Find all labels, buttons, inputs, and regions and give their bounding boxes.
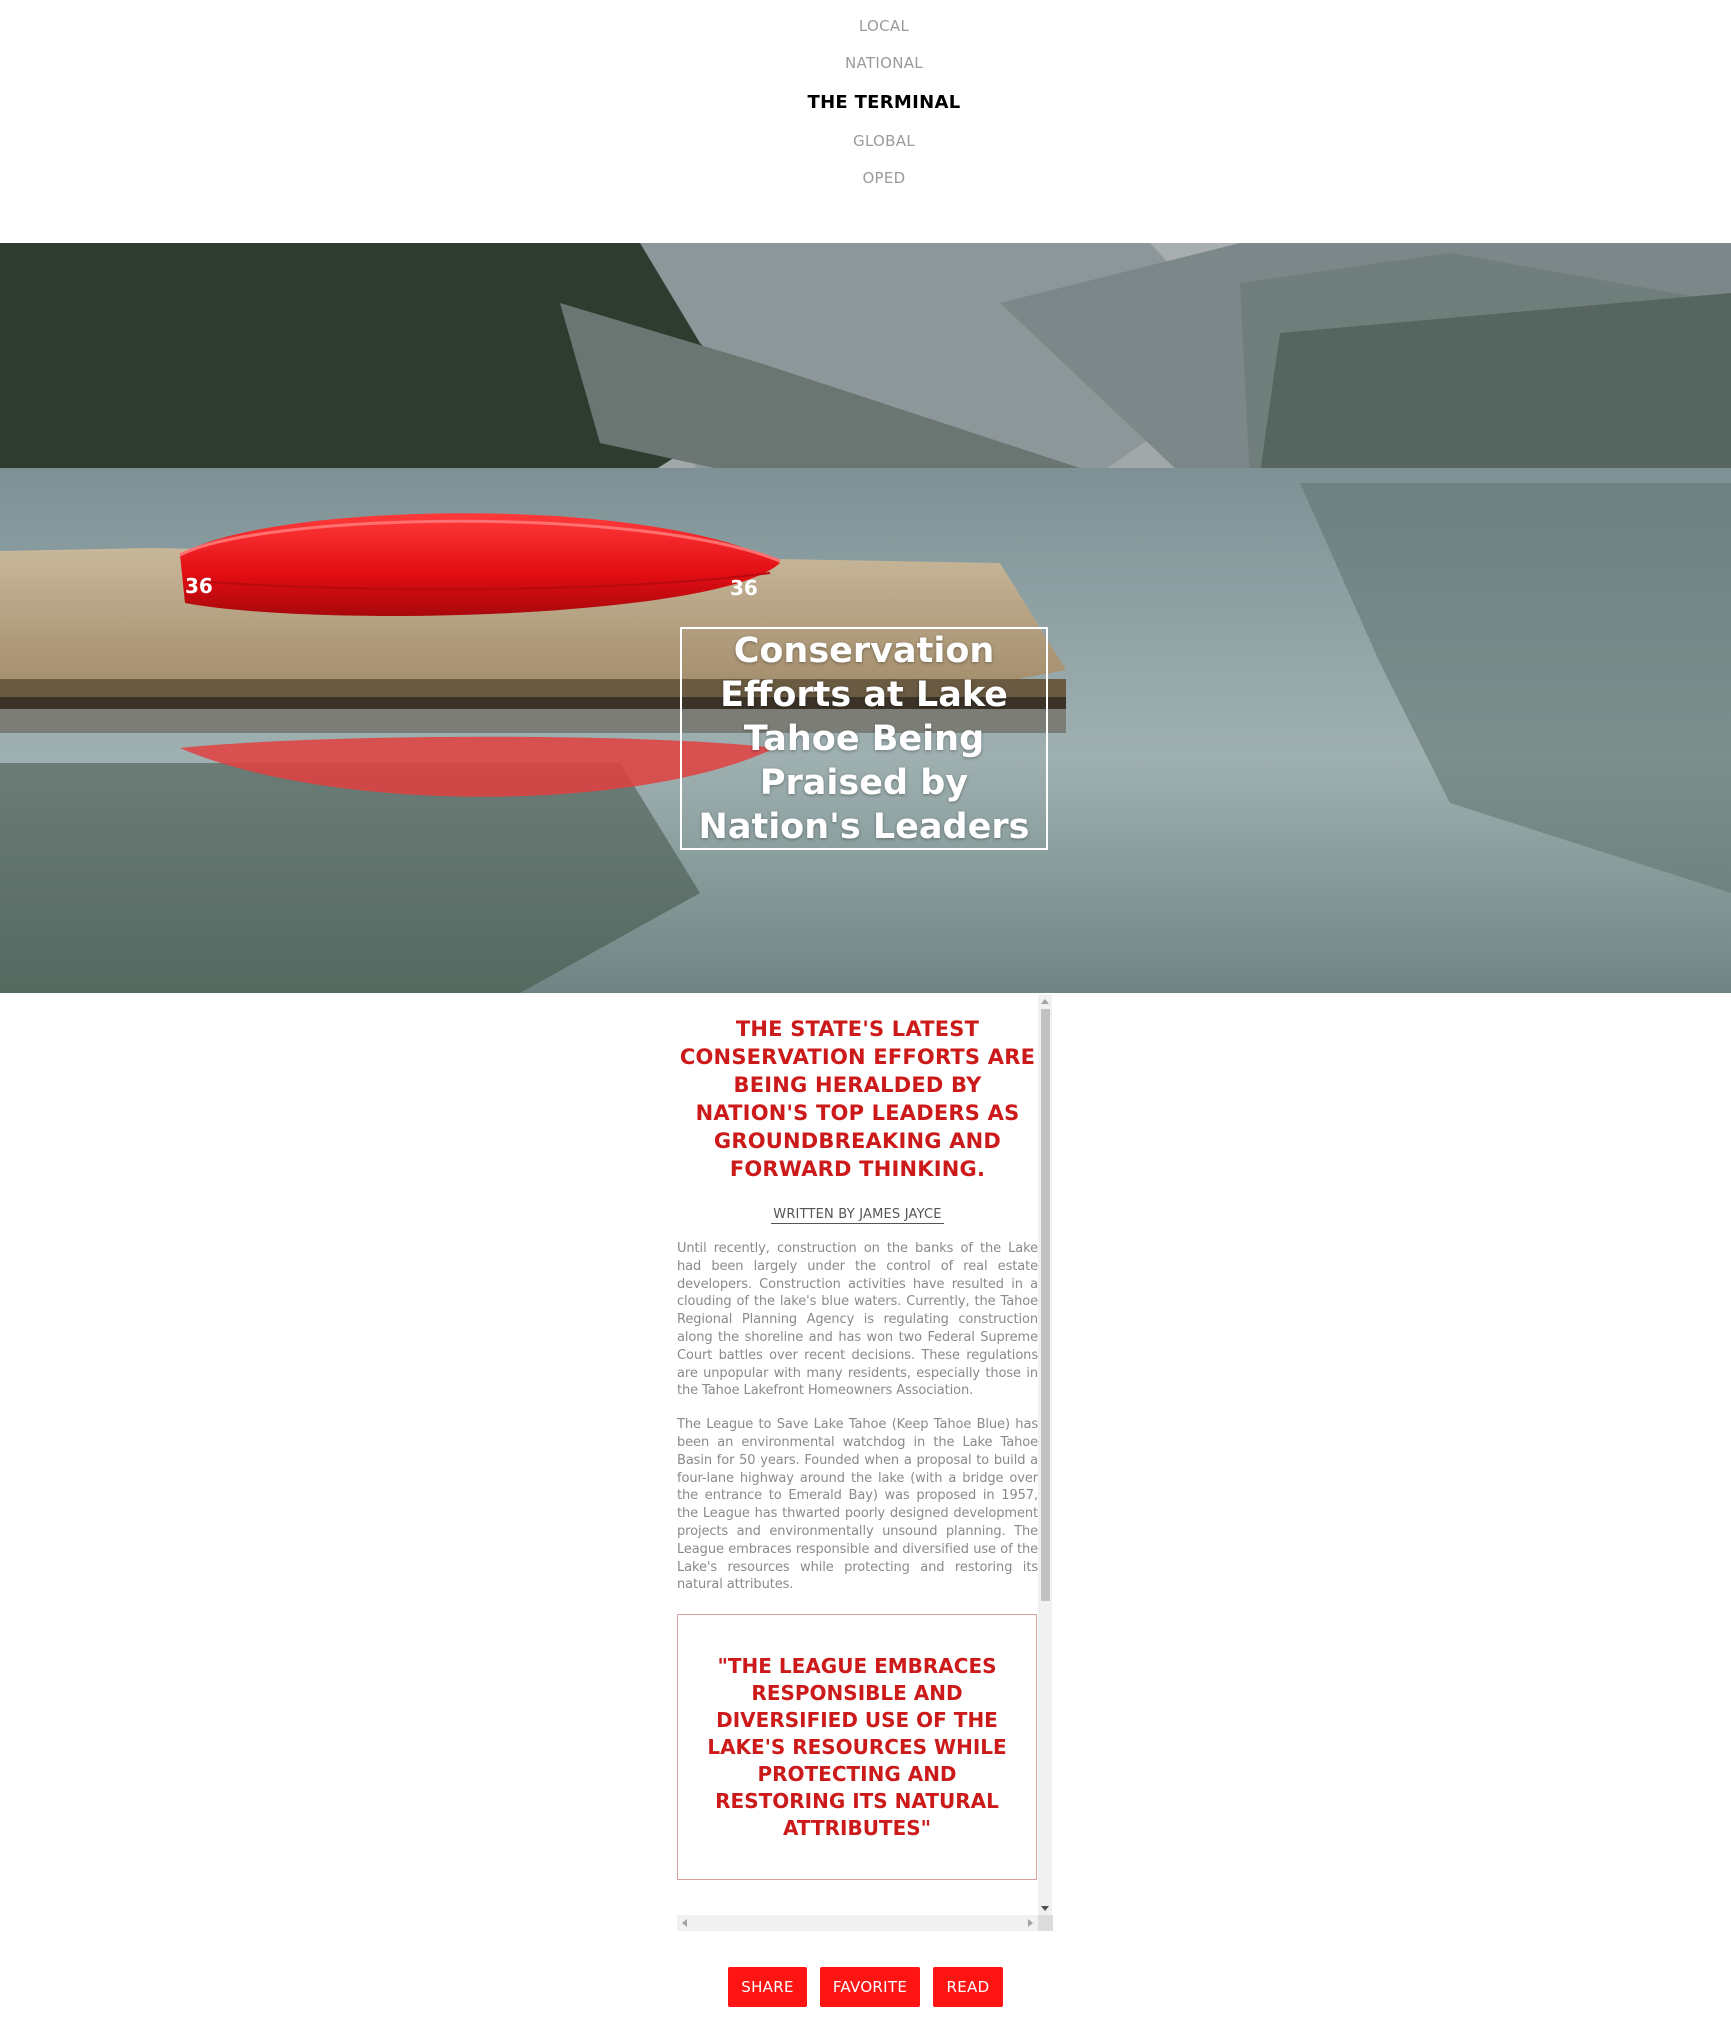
nav-item-national[interactable]: NATIONAL: [0, 54, 1731, 72]
favorite-button[interactable]: FAVORITE: [820, 1967, 920, 2007]
article-panel[interactable]: THE STATE'S LATEST CONSERVATION EFFORTS …: [677, 995, 1053, 1931]
read-button[interactable]: READ: [933, 1967, 1003, 2007]
nav-item-the-terminal[interactable]: THE TERMINAL: [0, 92, 1731, 113]
scroll-down-arrow-icon[interactable]: [1041, 1906, 1049, 1911]
canoe-number: 36: [185, 574, 213, 598]
nav-item-global[interactable]: GLOBAL: [0, 132, 1731, 150]
article-paragraph: The League to Save Lake Tahoe (Keep Taho…: [677, 1417, 1038, 1593]
horizontal-scrollbar[interactable]: [677, 1915, 1038, 1931]
hero-lake-photo: 36 36: [0, 243, 1731, 993]
scroll-right-arrow-icon[interactable]: [1028, 1919, 1033, 1927]
article-paragraph: Until recently, construction on the bank…: [677, 1241, 1038, 1399]
article-pullquote: "THE LEAGUE EMBRACES RESPONSIBLE AND DIV…: [677, 1614, 1037, 1881]
article-scroll-area[interactable]: THE STATE'S LATEST CONSERVATION EFFORTS …: [677, 995, 1038, 1915]
article-byline[interactable]: WRITTEN BY JAMES JAYCE: [771, 1207, 944, 1224]
scroll-left-arrow-icon[interactable]: [682, 1919, 687, 1927]
scrollbar-corner: [1038, 1915, 1053, 1931]
vertical-scrollbar[interactable]: [1038, 995, 1052, 1915]
nav-item-oped[interactable]: OPED: [0, 169, 1731, 187]
scrollbar-thumb[interactable]: [1041, 1009, 1050, 1601]
share-button[interactable]: SHARE: [728, 1967, 807, 2007]
byline-container: WRITTEN BY JAMES JAYCE: [677, 1203, 1038, 1224]
scroll-up-arrow-icon[interactable]: [1041, 999, 1049, 1004]
hero-banner: 36 36 Conservation Efforts at Lake Tahoe…: [0, 243, 1731, 993]
canoe-number: 36: [730, 576, 758, 600]
nav-item-local[interactable]: LOCAL: [0, 17, 1731, 35]
article-actions: SHARE FAVORITE READ: [0, 1967, 1731, 2007]
article-headline: THE STATE'S LATEST CONSERVATION EFFORTS …: [679, 1017, 1036, 1181]
hero-title: Conservation Efforts at Lake Tahoe Being…: [680, 627, 1048, 850]
